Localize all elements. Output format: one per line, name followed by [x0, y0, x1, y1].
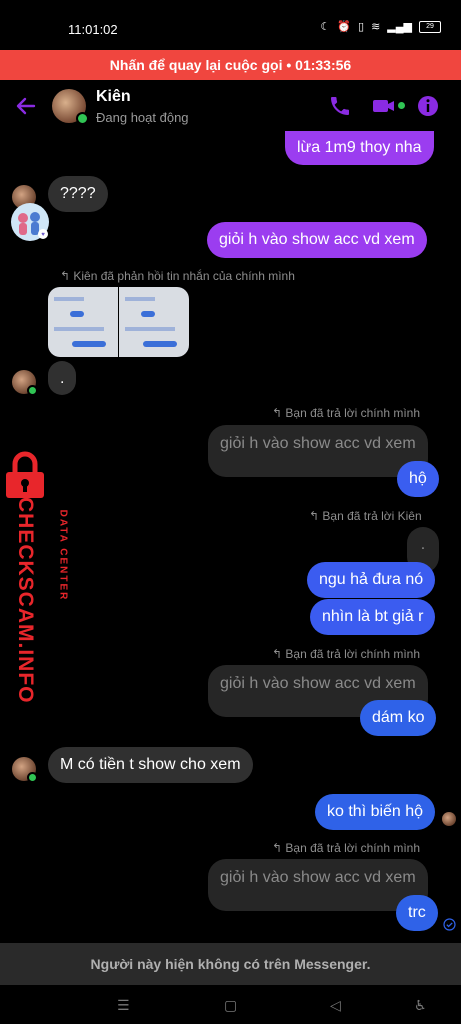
- message-outgoing[interactable]: nhìn là bt giả r: [310, 599, 436, 635]
- reply-arrow-icon: ↰: [272, 406, 286, 420]
- system-reply-note: ↰ Bạn đã trả lời chính mình: [272, 406, 420, 420]
- reply-arrow-icon: ↰: [272, 841, 286, 855]
- vibrate-icon: ▯: [358, 21, 365, 33]
- back-arrow-icon[interactable]: [14, 94, 38, 118]
- message-outgoing[interactable]: dám ko: [360, 700, 437, 736]
- message-outgoing[interactable]: lừa 1m9 thoy nha: [285, 131, 434, 165]
- contact-status: Đang hoạt động: [96, 110, 189, 125]
- video-icon[interactable]: [372, 94, 396, 118]
- quoted-message[interactable]: giỏi h vào show acc vd xem: [208, 859, 428, 911]
- seen-avatar: [442, 812, 456, 826]
- unavailable-notice: Người này hiện không có trên Messenger.: [0, 943, 461, 985]
- message-incoming[interactable]: M có tiền t show cho xem: [48, 747, 253, 783]
- message-outgoing[interactable]: ngu hả đưa nó: [307, 562, 436, 598]
- reply-arrow-icon: ↰: [309, 509, 323, 523]
- watermark-text: CHECKSCAM.INFO DATA CENTER: [14, 497, 69, 704]
- quoted-message[interactable]: giỏi h vào show acc vd xem: [208, 425, 428, 477]
- status-icons: ☾ ⏰ ▯ ≋ ▂▄▆ 29: [320, 20, 441, 33]
- contact-name[interactable]: Kiên: [96, 88, 131, 106]
- online-indicator: [76, 112, 89, 125]
- system-reply-note: ↰ Bạn đã trả lời chính mình: [272, 841, 420, 855]
- back-icon[interactable]: ◁: [330, 997, 341, 1014]
- contact-avatar-small[interactable]: [12, 757, 38, 783]
- system-reply-note: ↰ Bạn đã trả lời Kiên: [309, 509, 422, 523]
- lock-icon: [6, 451, 44, 498]
- menu-icon[interactable]: ☰: [117, 997, 130, 1014]
- sticker-family[interactable]: ♥: [10, 202, 50, 242]
- return-to-call-banner[interactable]: Nhấn để quay lại cuộc gọi • 01:33:56: [0, 50, 461, 80]
- message-outgoing[interactable]: ko thì biến hộ: [315, 794, 436, 830]
- accessibility-icon[interactable]: ♿: [414, 997, 427, 1014]
- read-check-icon: [443, 918, 456, 931]
- battery-icon: 29: [419, 20, 441, 33]
- signal-icon: ▂▄▆: [387, 21, 412, 33]
- system-reply-note: ↰ Kiên đã phản hồi tin nhắn của chính mì…: [60, 269, 295, 283]
- home-icon[interactable]: ▢: [224, 997, 237, 1014]
- message-outgoing[interactable]: giỏi h vào show acc vd xem: [207, 222, 427, 258]
- contact-avatar-small[interactable]: [12, 370, 38, 396]
- message-incoming[interactable]: ????: [48, 176, 108, 212]
- message-outgoing[interactable]: trc: [396, 895, 438, 931]
- message-outgoing[interactable]: hộ: [397, 461, 439, 497]
- moon-icon: ☾: [320, 21, 331, 33]
- video-active-dot: [398, 102, 405, 109]
- message-incoming[interactable]: .: [48, 361, 77, 395]
- wifi-icon: ≋: [371, 21, 381, 33]
- svg-text:♥: ♥: [41, 232, 45, 238]
- info-icon[interactable]: [416, 94, 440, 118]
- reply-arrow-icon: ↰: [60, 269, 74, 283]
- phone-icon[interactable]: [328, 94, 352, 118]
- status-time: 11:01:02: [68, 22, 118, 37]
- alarm-icon: ⏰: [337, 21, 351, 33]
- image-attachment[interactable]: [48, 287, 118, 357]
- image-attachment[interactable]: [119, 287, 189, 357]
- system-reply-note: ↰ Bạn đã trả lời chính mình: [272, 647, 420, 661]
- watermark: CHECKSCAM.INFO DATA CENTER: [0, 450, 69, 704]
- reply-arrow-icon: ↰: [272, 647, 286, 661]
